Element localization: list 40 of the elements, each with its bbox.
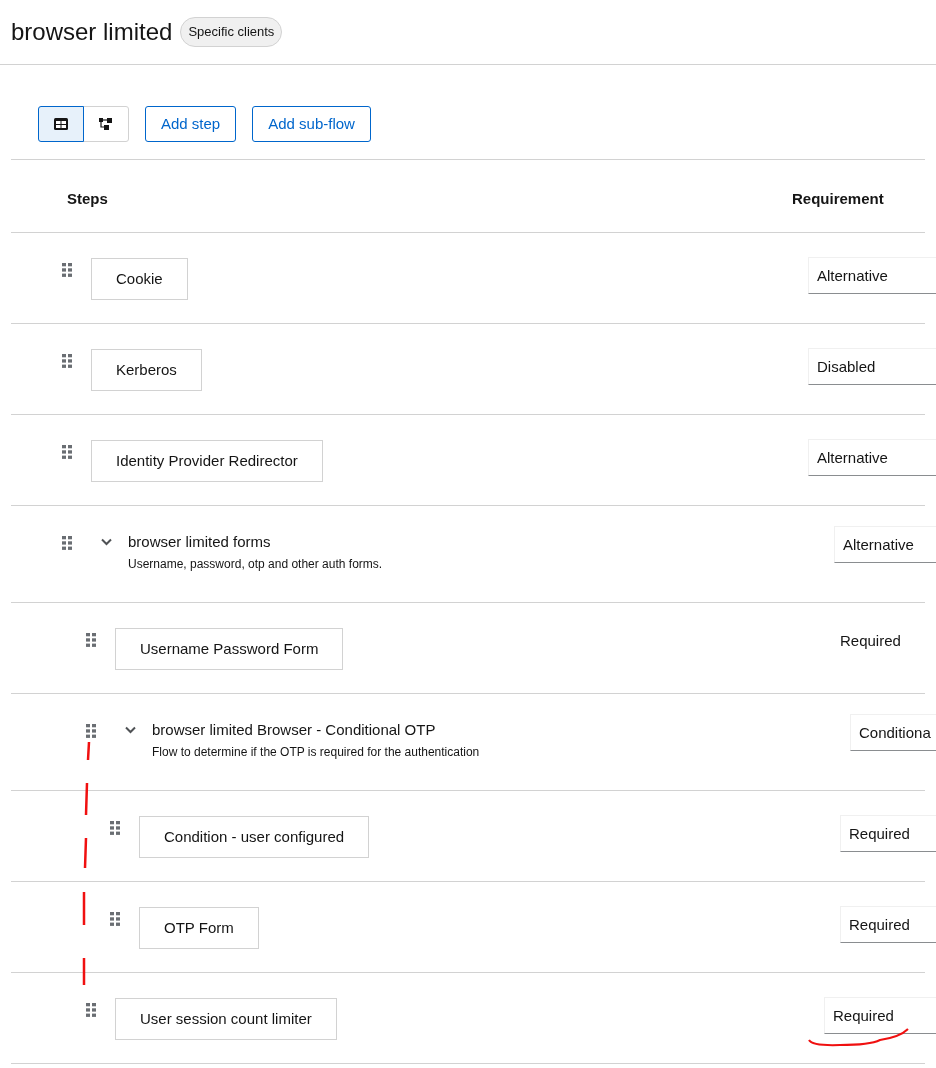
drag-handle-icon[interactable] (110, 821, 120, 835)
requirement-select[interactable]: Required (840, 906, 936, 943)
flow-description: Username, password, otp and other auth forms. (128, 556, 383, 573)
drag-handle-icon[interactable] (62, 536, 72, 550)
drag-handle-icon[interactable] (86, 633, 96, 647)
step-name: Identity Provider Redirector (91, 440, 323, 482)
flow-description: Flow to determine if the OTP is required for the authentication (152, 744, 480, 761)
diagram-icon (99, 117, 113, 131)
drag-handle-icon[interactable] (86, 1003, 96, 1017)
step-name: OTP Form (139, 907, 259, 949)
column-header: Steps (67, 189, 108, 209)
requirement-select[interactable]: Conditiona (850, 714, 936, 751)
requirement-select[interactable]: Alternative (808, 439, 936, 476)
step-name: Kerberos (91, 349, 202, 391)
drag-handle-icon[interactable] (110, 912, 120, 926)
requirement-select[interactable]: Required (840, 815, 936, 852)
view-toggle-button[interactable] (38, 106, 84, 142)
step-name: Username Password Form (115, 628, 344, 670)
add-step-button[interactable]: Add step (145, 106, 237, 142)
flow-name: browser limited Browser - Conditional OTP (152, 720, 437, 740)
page-title: browser limited (11, 20, 173, 44)
drag-handle-icon[interactable] (86, 724, 96, 738)
chevron-icon[interactable] (125, 726, 136, 734)
table-icon (54, 118, 68, 130)
drag-handle-icon[interactable] (62, 263, 72, 277)
requirement-select[interactable]: Disabled (808, 348, 936, 385)
chevron-icon[interactable] (101, 538, 112, 546)
add-sub-flow-button[interactable]: Add sub-flow (252, 106, 371, 142)
label-badge: Specific clients (180, 17, 283, 47)
flow-name: browser limited forms (128, 532, 272, 552)
requirement-text: Required (840, 631, 901, 651)
requirement-select[interactable]: Alternative (808, 257, 936, 294)
drag-handle-icon[interactable] (62, 445, 72, 459)
requirement-select[interactable]: Alternative (834, 526, 936, 563)
drag-handle-icon[interactable] (62, 354, 72, 368)
column-header: Requirement (792, 189, 884, 209)
step-name: User session count limiter (115, 998, 337, 1040)
requirement-select[interactable]: Required (824, 997, 936, 1034)
step-name: Cookie (91, 258, 188, 300)
step-name: Condition - user configured (139, 816, 370, 858)
